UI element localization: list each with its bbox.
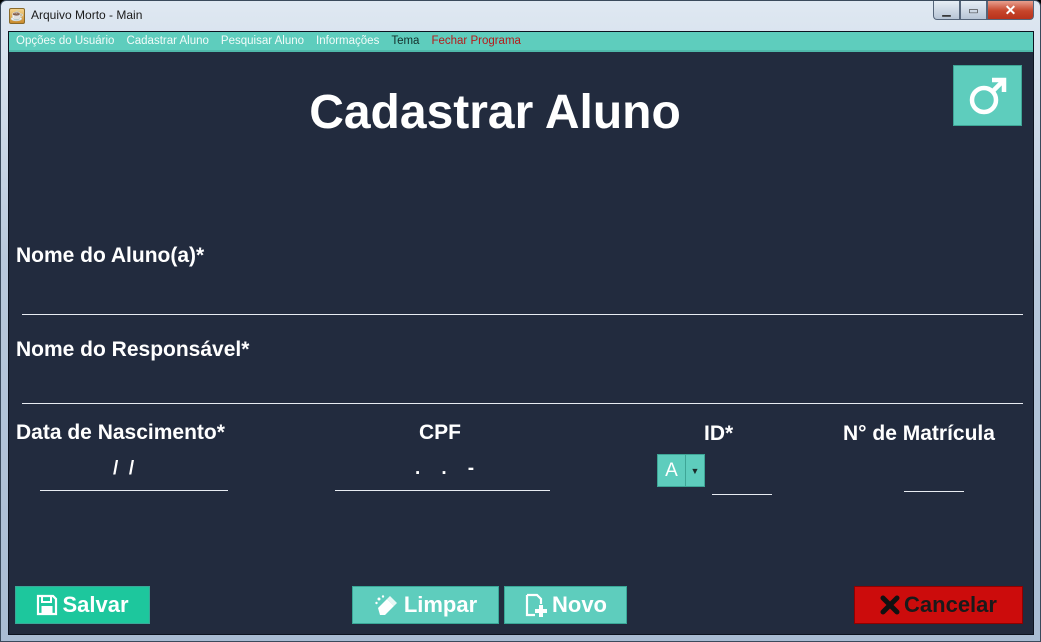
menu-bar: Opções do Usuário Cadastrar Aluno Pesqui…: [9, 32, 1033, 52]
birth-date-label: Data de Nascimento*: [16, 421, 225, 444]
id-prefix-value: A: [658, 455, 685, 486]
close-button[interactable]: ✕: [987, 1, 1034, 20]
eraser-icon: [375, 595, 397, 615]
cpf-underline: [335, 490, 550, 491]
registration-underline: [904, 491, 964, 492]
student-name-field[interactable]: [22, 284, 1023, 312]
new-button-label: Novo: [552, 592, 607, 617]
cpf-label: CPF: [419, 421, 461, 444]
student-name-label: Nome do Aluno(a)*: [16, 244, 205, 267]
id-underline: [712, 494, 772, 495]
chevron-down-icon[interactable]: ▼: [685, 455, 704, 486]
save-button-label: Salvar: [62, 592, 129, 617]
birth-date-underline: [40, 490, 228, 491]
save-button[interactable]: Salvar: [15, 586, 150, 624]
maximize-icon: ▭: [968, 4, 979, 17]
java-app-icon: ☕: [9, 8, 25, 24]
cancel-button-label: Cancelar: [904, 592, 997, 617]
guardian-name-label: Nome do Responsável*: [16, 338, 250, 361]
cpf-field[interactable]: . . -: [335, 458, 550, 486]
close-icon: ✕: [1004, 1, 1017, 18]
birth-date-mask: / /: [113, 458, 135, 479]
id-label: ID*: [704, 422, 734, 445]
clear-button[interactable]: Limpar: [352, 586, 499, 624]
title-bar[interactable]: ☕ Arquivo Morto - Main ▁ ▭ ✕: [1, 1, 1040, 31]
x-mark-icon: [880, 595, 900, 615]
window-controls: ▁ ▭ ✕: [933, 1, 1034, 21]
minimize-icon: ▁: [942, 4, 951, 17]
menu-register-student[interactable]: Cadastrar Aluno: [126, 35, 208, 47]
new-document-icon: [525, 593, 547, 617]
minimize-button[interactable]: ▁: [933, 1, 960, 20]
clear-button-label: Limpar: [403, 592, 478, 617]
maximize-button[interactable]: ▭: [960, 1, 987, 20]
menu-close-program[interactable]: Fechar Programa: [431, 35, 520, 47]
new-button[interactable]: Novo: [504, 586, 627, 624]
student-name-underline: [22, 314, 1023, 315]
menu-information[interactable]: Informações: [316, 35, 379, 47]
app-window: ☕ Arquivo Morto - Main ▁ ▭ ✕ Opções do U…: [0, 0, 1041, 642]
menu-theme[interactable]: Tema: [391, 35, 419, 47]
registration-field[interactable]: [904, 460, 964, 488]
guardian-name-underline: [22, 403, 1023, 404]
window-title: Arquivo Morto - Main: [31, 8, 143, 22]
id-prefix-select[interactable]: A ▼: [657, 454, 705, 487]
birth-date-field[interactable]: / /: [40, 458, 228, 486]
main-panel: Opções do Usuário Cadastrar Aluno Pesqui…: [8, 31, 1034, 635]
registration-label: N° de Matrícula: [843, 422, 995, 445]
page-title: Cadastrar Aluno: [309, 86, 681, 139]
cpf-mask: . . -: [415, 458, 475, 479]
floppy-disk-icon: [37, 594, 58, 616]
menu-user-options[interactable]: Opções do Usuário: [16, 35, 114, 47]
cancel-button[interactable]: Cancelar: [854, 586, 1023, 624]
menu-search-student[interactable]: Pesquisar Aluno: [221, 35, 304, 47]
guardian-name-field[interactable]: [22, 374, 1023, 402]
id-field[interactable]: [712, 464, 772, 492]
